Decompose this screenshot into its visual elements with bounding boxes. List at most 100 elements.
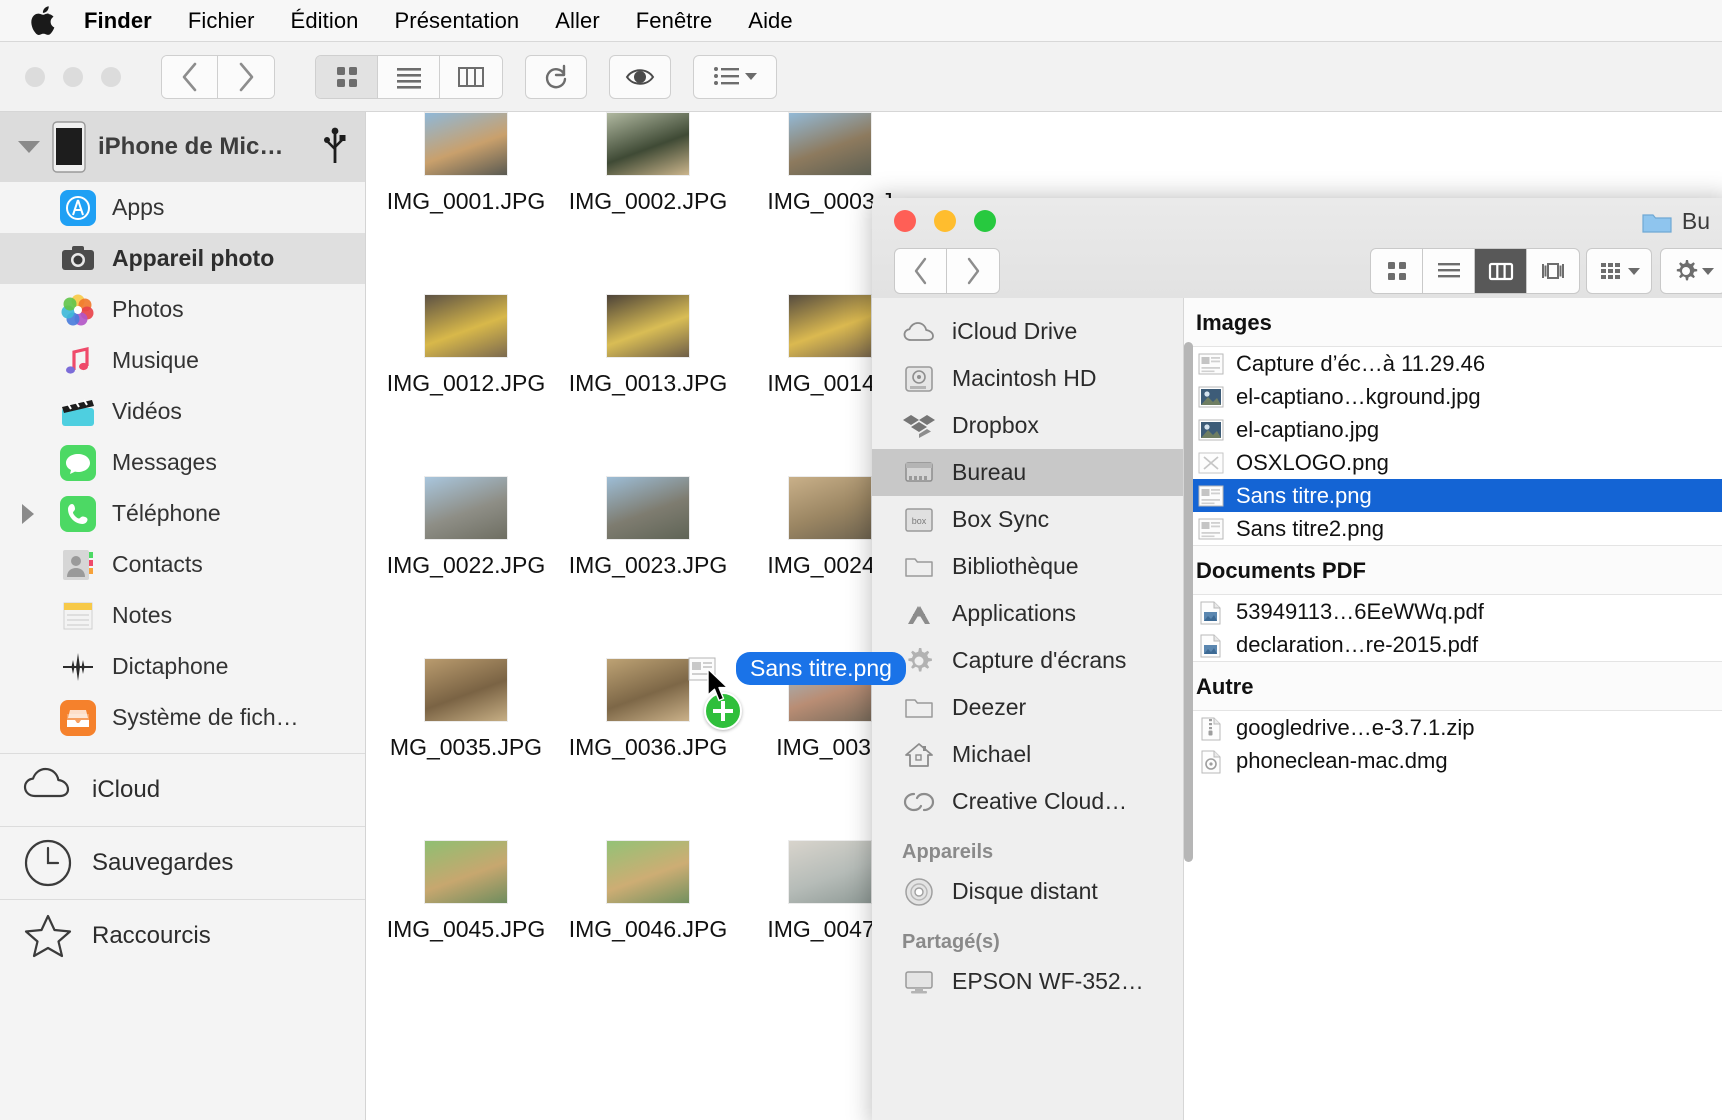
view-switcher[interactable] [1370,248,1580,294]
file-list-row[interactable]: 53949113…6EeWWq.pdf [1184,595,1722,628]
file-name-label: Capture d’éc…à 11.29.46 [1236,350,1486,376]
coverflow-view-icon[interactable] [1527,249,1579,293]
sidebar-item-photos[interactable]: Photos [0,284,365,335]
music-icon [60,343,96,379]
menu-item-presentation[interactable]: Présentation [395,8,520,34]
column-view-icon[interactable] [1475,249,1527,293]
window-controls[interactable] [25,66,121,87]
list-view-icon[interactable] [378,55,440,98]
sidebar-section-sauvegardes[interactable]: Sauvegardes [0,826,365,899]
file-list-row[interactable]: Sans titre2.png [1184,512,1722,545]
sidebar-item-dropbox[interactable]: Dropbox [872,402,1183,449]
menu-item-finder[interactable]: Finder [84,8,152,34]
file-list-row[interactable]: OSXLOGO.png [1184,446,1722,479]
column-view-icon[interactable] [440,55,502,98]
minimize-button[interactable] [934,210,956,232]
sidebar-item-bureau[interactable]: Bureau [872,449,1183,496]
star-icon [22,910,74,962]
icon-view-icon[interactable] [316,55,378,98]
icon-view-icon[interactable] [1371,249,1423,293]
file-list-row[interactable]: Sans titre.png [1184,479,1722,512]
sidebar-item-box-sync[interactable]: box Box Sync [872,496,1183,543]
file-name-label: IMG_0012.JPG [386,370,546,396]
menu-item-fenetre[interactable]: Fenêtre [636,8,713,34]
sidebar-item-videos[interactable]: Vidéos [0,386,365,437]
drag-label: Sans titre.png [736,652,906,685]
list-view-icon[interactable] [1423,249,1475,293]
arrange-icon[interactable] [1586,248,1652,294]
sidebar-item-biblioth-que[interactable]: Bibliothèque [872,543,1183,590]
refresh-icon[interactable] [525,54,587,99]
sidebar-item-telephone[interactable]: Téléphone [0,488,365,539]
sidebar-section-icloud[interactable]: iCloud [0,753,365,826]
file-list-row[interactable]: googledrive…e-3.7.1.zip [1184,711,1722,744]
apple-logo-icon[interactable] [30,5,56,36]
file-list-row[interactable]: el-captiano.jpg [1184,413,1722,446]
sidebar-item-label: Dropbox [952,412,1039,438]
sidebar-item-deezer[interactable]: Deezer [872,684,1183,731]
sidebar-item-creative-cloud[interactable]: Creative Cloud… [872,778,1183,825]
menu-item-edition[interactable]: Édition [291,8,359,34]
sidebar-item-systeme-de-fichiers[interactable]: Système de fich… [0,692,365,743]
file-item[interactable]: IMG_0013.JPG [557,294,739,397]
zoom-button[interactable] [974,210,996,232]
file-item[interactable]: IMG_0012.JPG [375,294,557,397]
sidebar-item-applications[interactable]: Applications [872,590,1183,637]
sidebar-item-musique[interactable]: Musique [0,335,365,386]
file-item[interactable]: IMG_0022.JPG [375,476,557,579]
arrange-list-icon[interactable] [693,54,777,99]
minimize-button[interactable] [63,66,83,87]
sidebar-item-capture-d-crans[interactable]: Capture d'écrans [872,637,1183,684]
sidebar-item-contacts[interactable]: Contacts [0,539,365,590]
sidebar-section-raccourcis[interactable]: Raccourcis [0,899,365,972]
menu-item-aide[interactable]: Aide [748,8,792,34]
sidebar-item-notes[interactable]: Notes [0,590,365,641]
sidebar-item-icloud-drive[interactable]: iCloud Drive [872,308,1183,355]
sidebar-item-appareil-photo[interactable]: Appareil photo [0,233,365,284]
sidebar-item-label: Deezer [952,694,1027,720]
file-name-label: IMG_0045.JPG [386,916,546,942]
file-item[interactable]: IMG_0045.JPG [375,840,557,943]
nav-buttons[interactable] [894,248,1000,294]
eye-icon[interactable] [609,54,671,99]
back-button[interactable] [895,249,947,293]
view-switcher[interactable] [315,54,503,99]
file-item[interactable]: MG_0035.JPG [375,658,557,761]
scrollbar[interactable] [1184,342,1193,862]
sidebar-item-label: Vidéos [112,398,182,424]
sidebar-item-dictaphone[interactable]: Dictaphone [0,641,365,692]
disclosure-triangle-icon[interactable] [22,503,34,524]
sidebar-item-disque-distant[interactable]: Disque distant [872,868,1183,915]
sidebar-item-messages[interactable]: Messages [0,437,365,488]
file-item[interactable]: IMG_0001.JPG [375,112,557,215]
sidebar-section-label: iCloud [92,776,161,803]
file-name-label: IMG_0046.JPG [568,916,728,942]
close-button[interactable] [25,66,45,87]
menu-item-fichier[interactable]: Fichier [188,8,255,34]
sidebar-device-row[interactable]: iPhone de Mic… [0,112,365,182]
sidebar-item-apps[interactable]: Apps [0,182,365,233]
sidebar-item-epson-printer[interactable]: EPSON WF-352… [872,958,1183,1005]
zoom-button[interactable] [101,66,121,87]
close-button[interactable] [894,210,916,232]
file-item[interactable]: IMG_0002.JPG [557,112,739,215]
file-list-row[interactable]: el-captiano…kground.jpg [1184,380,1722,413]
back-button[interactable] [162,55,218,98]
nav-buttons[interactable] [161,54,275,99]
sidebar-item-macintosh-hd[interactable]: Macintosh HD [872,355,1183,402]
sidebar-item-label: Macintosh HD [952,365,1097,391]
forward-button[interactable] [218,55,274,98]
forward-button[interactable] [947,249,999,293]
file-item[interactable]: IMG_0023.JPG [557,476,739,579]
file-list-row[interactable]: phoneclean-mac.dmg [1184,744,1722,777]
sidebar-item-michael[interactable]: Michael [872,731,1183,778]
disclosure-triangle-icon[interactable] [18,141,40,153]
file-list-row[interactable]: Capture d’éc…à 11.29.46 [1184,347,1722,380]
file-list-row[interactable]: declaration…re-2015.pdf [1184,628,1722,661]
sidebar-item-label: Messages [112,449,217,475]
menu-item-aller[interactable]: Aller [555,8,600,34]
gear-icon[interactable] [1660,248,1722,294]
file-item[interactable]: IMG_0046.JPG [557,840,739,943]
section-header: Documents PDF [1184,545,1722,595]
window-controls[interactable] [894,210,996,232]
